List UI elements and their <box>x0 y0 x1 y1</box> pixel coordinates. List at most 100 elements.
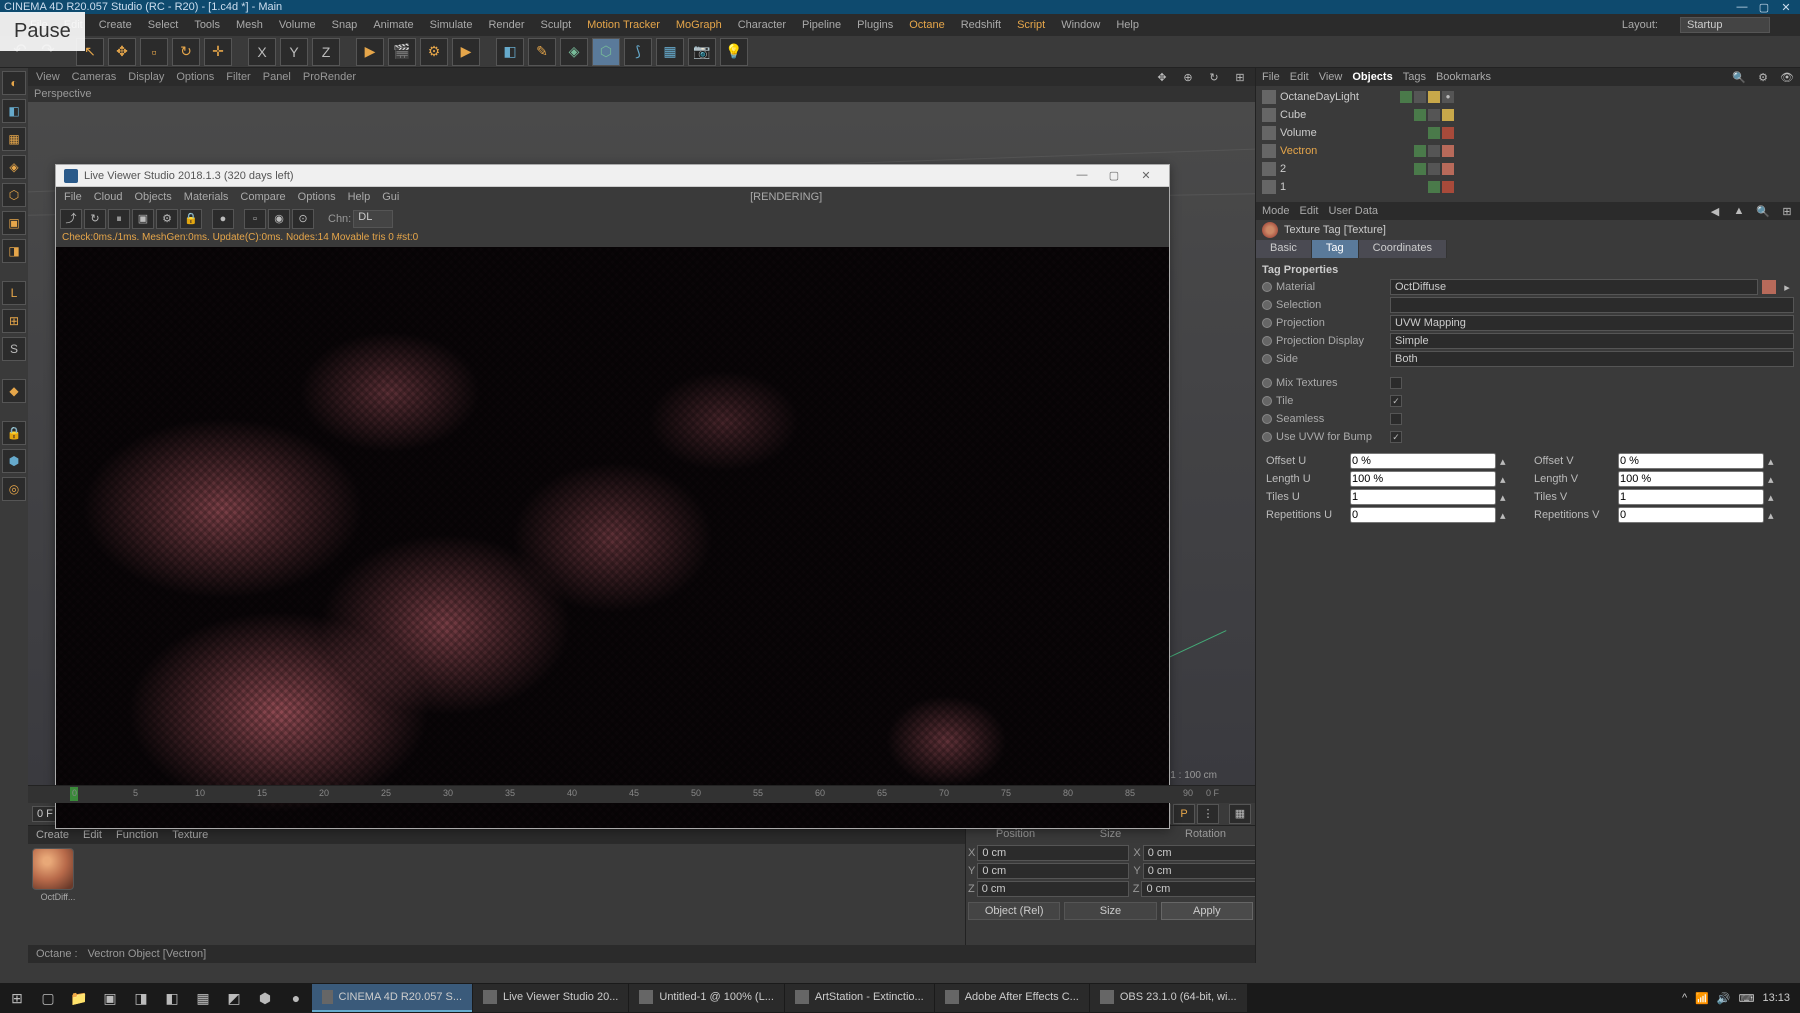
attr-tab-coords[interactable]: Coordinates <box>1359 240 1447 258</box>
mat-menu-create[interactable]: Create <box>36 829 69 841</box>
taskbar-item[interactable]: Untitled-1 @ 100% (L... <box>629 984 784 1012</box>
lv-titlebar[interactable]: Live Viewer Studio 2018.1.3 (320 days le… <box>56 165 1169 187</box>
tray-volume-icon[interactable]: 🔊 <box>1717 992 1731 1005</box>
vp-menu-view[interactable]: View <box>36 71 60 83</box>
axis-l-button[interactable]: L <box>2 281 26 305</box>
layout-dropdown[interactable]: Startup <box>1680 17 1770 33</box>
edge-mode-button[interactable]: ▣ <box>2 211 26 235</box>
menu-redshift[interactable]: Redshift <box>961 19 1001 31</box>
tile-checkbox[interactable]: ✓ <box>1390 395 1402 407</box>
key-param-button[interactable]: P <box>1173 804 1195 824</box>
mat-menu-texture[interactable]: Texture <box>172 829 208 841</box>
om-search-icon[interactable]: 🔍 <box>1732 71 1746 84</box>
menu-mesh[interactable]: Mesh <box>236 19 263 31</box>
lv-menu-help[interactable]: Help <box>348 191 371 203</box>
picture-viewer-button[interactable]: ▶ <box>452 38 480 66</box>
side-dropdown[interactable]: Both <box>1390 351 1794 367</box>
workplane-button[interactable]: ◈ <box>2 155 26 179</box>
lv-menu-materials[interactable]: Materials <box>184 191 229 203</box>
lv-refresh-button[interactable]: ↻ <box>84 209 106 229</box>
attr-back-icon[interactable]: ◀ <box>1708 205 1722 218</box>
pen-tool[interactable]: ✎ <box>528 38 556 66</box>
lv-region-button[interactable]: ▣ <box>132 209 154 229</box>
material-arrow-icon[interactable]: ▸ <box>1780 281 1794 294</box>
taskbar-item[interactable]: Live Viewer Studio 20... <box>473 984 628 1012</box>
taskbar-item[interactable]: ArtStation - Extinctio... <box>785 984 934 1012</box>
vp-expand-icon[interactable]: ⊞ <box>1233 71 1247 84</box>
polygon-mode-button[interactable]: ◨ <box>2 239 26 263</box>
taskbar-item[interactable]: OBS 23.1.0 (64-bit, wi... <box>1090 984 1247 1012</box>
tray-clock[interactable]: 13:13 <box>1762 992 1790 1004</box>
coords-apply-button[interactable]: Apply <box>1161 902 1253 920</box>
pos-z-input[interactable] <box>977 881 1129 897</box>
vp-rotate-icon[interactable]: ↻ <box>1207 71 1221 84</box>
lv-menu-cloud[interactable]: Cloud <box>94 191 123 203</box>
menu-script[interactable]: Script <box>1017 19 1045 31</box>
axis-y-button[interactable]: Y <box>280 38 308 66</box>
app-icon[interactable]: ● <box>281 984 311 1012</box>
lv-menu-objects[interactable]: Objects <box>134 191 171 203</box>
lv-settings-button[interactable]: ⚙ <box>156 209 178 229</box>
offset-v-input[interactable] <box>1618 453 1764 469</box>
menu-window[interactable]: Window <box>1061 19 1100 31</box>
material-input[interactable] <box>1390 279 1758 295</box>
sun-tag[interactable] <box>1428 91 1440 103</box>
tiles-u-input[interactable] <box>1350 489 1496 505</box>
menu-motion-tracker[interactable]: Motion Tracker <box>587 19 660 31</box>
cube-primitive[interactable]: ◧ <box>496 38 524 66</box>
viewport-3d[interactable]: 1 : 100 cm Live Viewer Studio 2018.1.3 (… <box>28 102 1255 785</box>
live-viewer-window[interactable]: Live Viewer Studio 2018.1.3 (320 days le… <box>55 164 1170 829</box>
vp-menu-prorender[interactable]: ProRender <box>303 71 356 83</box>
menu-octane[interactable]: Octane <box>909 19 944 31</box>
menu-select[interactable]: Select <box>148 19 179 31</box>
om-menu-objects[interactable]: Objects <box>1352 71 1392 83</box>
attr-tab-basic[interactable]: Basic <box>1256 240 1312 258</box>
lv-pick-button[interactable]: ⊙ <box>292 209 314 229</box>
projection-dropdown[interactable]: UVW Mapping <box>1390 315 1794 331</box>
lv-render-view[interactable] <box>56 247 1169 828</box>
om-menu-edit[interactable]: Edit <box>1290 71 1309 83</box>
lv-menu-options[interactable]: Options <box>298 191 336 203</box>
attr-menu-mode[interactable]: Mode <box>1262 205 1290 217</box>
lv-menu-file[interactable]: File <box>64 191 82 203</box>
vis-tag[interactable] <box>1400 91 1412 103</box>
offset-u-input[interactable] <box>1350 453 1496 469</box>
maximize-button[interactable]: ▢ <box>1754 1 1774 14</box>
vp-menu-panel[interactable]: Panel <box>263 71 291 83</box>
workplane-tool[interactable]: ◆ <box>2 379 26 403</box>
attr-fwd-icon[interactable]: 🔍 <box>1756 205 1770 218</box>
vp-zoom-icon[interactable]: ⊕ <box>1181 71 1195 84</box>
material-item[interactable]: OctDiff... <box>32 848 84 902</box>
menu-character[interactable]: Character <box>738 19 786 31</box>
om-eye-icon[interactable]: 👁 <box>1780 71 1794 84</box>
vp-menu-options[interactable]: Options <box>176 71 214 83</box>
bend-button[interactable]: ⟆ <box>624 38 652 66</box>
app-icon[interactable]: ◧ <box>157 984 187 1012</box>
start-button[interactable]: ⊞ <box>2 984 32 1012</box>
lv-focus-button[interactable]: ◉ <box>268 209 290 229</box>
scale-tool[interactable]: ▫ <box>140 38 168 66</box>
attr-menu-edit[interactable]: Edit <box>1300 205 1319 217</box>
key-pla-button[interactable]: ⋮ <box>1197 804 1219 824</box>
lv-maximize-button[interactable]: ▢ <box>1099 169 1129 182</box>
coords-mode-dropdown[interactable]: Object (Rel) <box>968 902 1060 920</box>
viewport-solo-button[interactable]: ⊞ <box>2 309 26 333</box>
mix-textures-checkbox[interactable] <box>1390 377 1402 389</box>
om-menu-file[interactable]: File <box>1262 71 1280 83</box>
axis-x-button[interactable]: X <box>248 38 276 66</box>
axis-z-button[interactable]: Z <box>312 38 340 66</box>
menu-volume[interactable]: Volume <box>279 19 316 31</box>
lv-close-button[interactable]: ✕ <box>1131 169 1161 182</box>
proj-display-dropdown[interactable]: Simple <box>1390 333 1794 349</box>
vp-menu-filter[interactable]: Filter <box>226 71 250 83</box>
om-filter-icon[interactable]: ⚙ <box>1756 71 1770 84</box>
reps-v-input[interactable] <box>1618 507 1764 523</box>
render-settings-button[interactable]: ⚙ <box>420 38 448 66</box>
app-icon[interactable]: ▣ <box>95 984 125 1012</box>
attr-lock-icon[interactable]: ⊞ <box>1780 205 1794 218</box>
point-mode-button[interactable]: ⬡ <box>2 183 26 207</box>
menu-help[interactable]: Help <box>1116 19 1139 31</box>
camera-button[interactable]: 📷 <box>688 38 716 66</box>
om-menu-bookmarks[interactable]: Bookmarks <box>1436 71 1491 83</box>
lv-menu-compare[interactable]: Compare <box>240 191 285 203</box>
